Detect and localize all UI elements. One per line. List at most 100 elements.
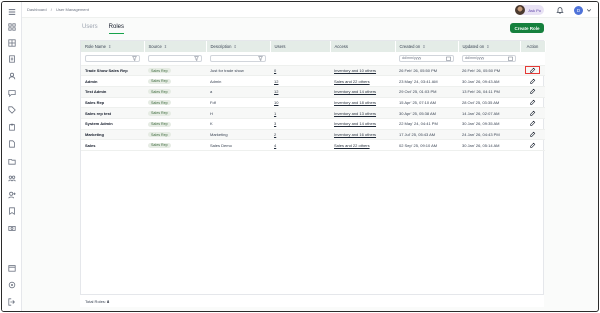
action-cell xyxy=(520,75,545,87)
users-count-link[interactable]: 10 xyxy=(274,100,278,105)
user-add-icon[interactable] xyxy=(8,191,16,199)
calendar-icon xyxy=(508,56,513,61)
users-count-link[interactable]: 3 xyxy=(274,121,276,126)
chat-icon[interactable] xyxy=(8,89,16,97)
account-badge[interactable]: D xyxy=(574,5,583,15)
access-link[interactable]: Inventory and 14 others xyxy=(334,121,376,126)
updated-cell: 30 Jan' 26, 09:35 AM xyxy=(458,118,520,130)
access-cell: Sales and 22 others xyxy=(330,139,395,151)
grid-icon[interactable] xyxy=(8,39,16,47)
edit-button[interactable] xyxy=(529,121,536,127)
users-count-link[interactable]: 4 xyxy=(274,143,276,148)
col-description[interactable]: Description ⇕ xyxy=(206,41,271,52)
roles-table: Role Name ⇕ Source ⇕ Description ⇕ Users Ac… xyxy=(81,41,546,151)
access-link[interactable]: Inventory and 14 others xyxy=(334,89,376,94)
role-name-cell[interactable]: Sales Rep xyxy=(81,97,144,109)
dashboard-icon[interactable] xyxy=(8,23,16,31)
access-link[interactable]: Sales and 22 others xyxy=(334,79,370,84)
source-badge: Sales Rep xyxy=(148,78,171,84)
role-name-cell[interactable]: Test Admin xyxy=(81,86,144,98)
action-cell xyxy=(520,129,545,141)
role-name-cell[interactable]: Marketing xyxy=(81,129,144,141)
user-name: Ask Po xyxy=(528,7,541,13)
table-row: System Admin Sales Rep K 3 Inventory and… xyxy=(81,118,545,130)
created-on-filter[interactable]: dd/mm/yyyy xyxy=(399,54,454,62)
tabs: Users Roles xyxy=(82,24,135,34)
role-name-filter[interactable] xyxy=(85,54,140,62)
table-row: Sales Rep Sales Rep Fdf 10 Inventory and… xyxy=(81,97,545,109)
role-name-cell[interactable]: Sales xyxy=(81,139,144,151)
edit-icon xyxy=(529,88,535,94)
bell-icon[interactable] xyxy=(556,6,564,14)
updated-cell: 30 Jan' 26, 09:43 AM xyxy=(458,75,520,87)
updated-on-filter[interactable]: dd/mm/yyyy xyxy=(462,54,516,62)
access-cell: Inventory and 18 others xyxy=(330,97,395,109)
chevron-down-icon[interactable] xyxy=(586,7,592,13)
edit-button[interactable] xyxy=(529,78,536,85)
description-filter[interactable] xyxy=(210,54,266,62)
create-role-button[interactable]: Create Role xyxy=(510,23,544,33)
document-icon[interactable] xyxy=(8,55,16,63)
users-count-link[interactable]: 0 xyxy=(274,68,276,73)
source-badge: Sales Rep xyxy=(148,132,171,138)
file-icon[interactable] xyxy=(8,140,16,148)
created-cell: 22 May' 24, 04:41 PM xyxy=(395,118,458,130)
source-badge: Sales Rep xyxy=(148,121,171,127)
role-name-cell[interactable]: System Admin xyxy=(81,118,144,130)
users-count-link[interactable]: 1 xyxy=(274,111,276,116)
access-link[interactable]: Sales and 22 others xyxy=(334,143,370,148)
created-cell: 23 May' 24, 03:41 AM xyxy=(395,75,458,87)
source-cell: Sales Rep xyxy=(144,139,206,151)
clipboard-icon[interactable] xyxy=(8,123,16,131)
role-name-cell[interactable]: Trade Show Sales Rep xyxy=(81,65,144,77)
source-filter[interactable] xyxy=(148,54,202,62)
edit-button[interactable] xyxy=(529,142,536,149)
edit-icon xyxy=(529,131,535,137)
users-cell: 1 xyxy=(270,107,330,119)
logout-icon[interactable] xyxy=(8,298,16,306)
team-icon[interactable] xyxy=(8,174,16,182)
edit-button[interactable] xyxy=(529,88,536,95)
user-icon[interactable] xyxy=(8,72,16,80)
col-created-on[interactable]: Created on ⇕ xyxy=(395,41,459,52)
breadcrumb-separator: / xyxy=(50,7,52,12)
table-row: Trade Show Sales Rep Sales Rep Just for … xyxy=(81,65,545,77)
access-link[interactable]: Inventory and 16 others xyxy=(334,132,376,137)
col-source[interactable]: Source ⇕ xyxy=(144,41,207,52)
tab-users[interactable]: Users xyxy=(82,24,98,34)
label-icon[interactable] xyxy=(8,207,16,215)
tag-icon[interactable] xyxy=(8,106,16,114)
tab-roles[interactable]: Roles xyxy=(108,24,125,34)
col-updated-on[interactable]: Updated on ⇕ xyxy=(458,41,521,52)
calendar-icon[interactable] xyxy=(8,264,16,272)
breadcrumb-dashboard[interactable]: Dashboard xyxy=(27,7,47,12)
access-cell: Inventory and 16 others xyxy=(330,129,395,141)
access-link[interactable]: Inventory and 13 others xyxy=(334,111,376,116)
user-profile-pill[interactable]: Ask Po xyxy=(515,5,544,15)
source-cell: Sales Rep xyxy=(144,65,206,77)
edit-button[interactable] xyxy=(529,99,536,106)
edit-button[interactable] xyxy=(525,66,540,75)
total-roles-count: 8 xyxy=(107,299,110,304)
users-cell: 2 xyxy=(270,129,330,141)
source-cell: Sales Rep xyxy=(144,97,206,109)
filter-row: dd/mm/yyyy dd/mm/yyyy xyxy=(81,52,545,66)
users-count-link[interactable]: 12 xyxy=(274,89,278,94)
users-cell: 12 xyxy=(270,75,330,87)
role-name-cell[interactable]: Sales rep test xyxy=(81,107,144,119)
role-name-cell[interactable]: Admin xyxy=(81,75,144,87)
description-cell: Marketing xyxy=(206,129,270,141)
breadcrumb-current: User Management xyxy=(55,7,89,12)
col-role-name[interactable]: Role Name ⇕ xyxy=(81,41,145,52)
camera-icon[interactable] xyxy=(8,224,16,232)
edit-button[interactable] xyxy=(529,110,536,117)
access-link[interactable]: Inventory and 18 others xyxy=(334,100,376,105)
access-link[interactable]: Inventory and 10 others xyxy=(334,68,376,73)
edit-button[interactable] xyxy=(529,131,536,138)
folder-icon[interactable] xyxy=(8,157,16,165)
settings-icon[interactable] xyxy=(8,281,16,289)
users-count-link[interactable]: 2 xyxy=(274,132,276,137)
menu-icon[interactable] xyxy=(8,8,16,16)
source-cell: Sales Rep xyxy=(144,86,206,98)
users-count-link[interactable]: 12 xyxy=(274,79,278,84)
